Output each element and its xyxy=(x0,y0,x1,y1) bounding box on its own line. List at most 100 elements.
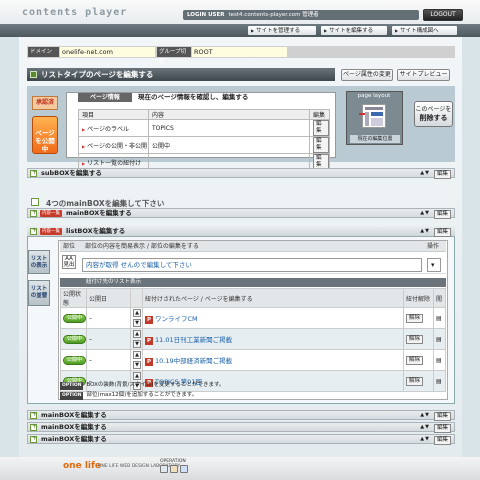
browser-icon xyxy=(160,465,168,473)
part-op-select[interactable] xyxy=(427,258,441,272)
public-badge[interactable]: ページを公開中 xyxy=(32,116,58,154)
col-op: 操作 xyxy=(424,241,446,252)
mainbox-title: mainBOXを編集する xyxy=(41,411,107,419)
option-text-1: BOXの装飾(背景/スタイル)を変更することができます。 xyxy=(86,382,225,388)
list-side-buttons: リストの表示 リストの並替 xyxy=(28,250,50,308)
part-content-field[interactable]: 内容が取得 せんので編集して下さい xyxy=(82,258,422,272)
up-arrow-icon[interactable]: ▲ xyxy=(133,351,141,359)
listbox-title: listBOXを編集する xyxy=(66,227,126,235)
release-button[interactable]: 解除 xyxy=(406,313,424,323)
mainbox-row-3[interactable]: mainBOXを編集する ▲▼編集 xyxy=(27,422,455,433)
page-link[interactable]: ワンライフCM xyxy=(155,315,198,323)
heading-part-icon: AA 見出 xyxy=(62,255,76,269)
edit-button[interactable]: 編集 xyxy=(313,120,329,136)
login-label: LOGIN USER xyxy=(187,12,225,18)
row-label-content: TOPICS xyxy=(148,119,310,137)
row-public-content: 公開中 xyxy=(148,136,310,154)
sublist-label: 紐付け先のリスト表示 xyxy=(60,278,446,287)
subbox-row[interactable]: subBOXを編集する ▲▼編集 xyxy=(27,168,455,179)
book-icon[interactable]: ▤ xyxy=(436,378,442,385)
listbox-row[interactable]: 内容一覧 listBOXを編集する ▲▼編集 xyxy=(28,227,454,237)
option-line-2: OPTION 部位(max12個)を追加することができます。 xyxy=(60,391,197,400)
row-public-item: ページの公開・非公開 xyxy=(78,136,149,154)
list-title-text: リストタイプのページを編集する xyxy=(41,70,154,79)
date-cell: – xyxy=(86,328,131,350)
list-icon xyxy=(30,71,37,78)
list-page-title: リストタイプのページを編集する xyxy=(27,68,335,81)
operation-label: OPERATION xyxy=(160,459,186,464)
move-arrows-icon[interactable]: ▲▼ xyxy=(420,412,430,418)
move-arrows-icon[interactable]: ▲▼ xyxy=(420,436,430,442)
content-badge: 内容一覧 xyxy=(40,228,62,235)
list-sort-button[interactable]: リストの並替 xyxy=(28,280,50,306)
up-arrow-icon[interactable]: ▲ xyxy=(133,309,141,317)
down-arrow-icon[interactable]: ▼ xyxy=(133,340,141,348)
expand-icon[interactable] xyxy=(30,411,37,419)
move-arrows-icon[interactable]: ▲▼ xyxy=(420,170,430,176)
page-info-table: 項目内容編集 ページのラベルTOPICS編集 ページの公開・非公開公開中編集 リ… xyxy=(78,109,330,171)
col-release: 紐付解除 xyxy=(403,288,434,308)
move-arrows-icon[interactable]: ▲▼ xyxy=(420,424,430,430)
group-field[interactable]: ROOT xyxy=(192,47,287,57)
page-layout-title: page layout xyxy=(357,93,391,99)
page-layout-label: 現在の編集位置 xyxy=(350,135,400,143)
release-button[interactable]: 解除 xyxy=(406,334,424,344)
col-status: 公開状態 xyxy=(60,288,87,308)
mainbox-row-2[interactable]: mainBOXを編集する ▲▼編集 xyxy=(27,410,455,421)
subbox-title: subBOXを編集する xyxy=(41,169,102,177)
nav-site-map[interactable]: サイト構成図へ xyxy=(392,26,457,35)
page-icon: P xyxy=(145,315,153,324)
book-icon[interactable]: ▤ xyxy=(436,315,442,322)
expand-icon[interactable] xyxy=(30,169,37,177)
logout-button[interactable]: LOGOUT xyxy=(423,9,463,21)
layout-icon xyxy=(359,104,386,128)
mainbox-edit-button[interactable]: 編集 xyxy=(433,210,451,219)
site-preview-button[interactable]: サイトプレビュー xyxy=(397,69,450,81)
mainbox-edit-button[interactable]: 編集 xyxy=(433,412,451,421)
page-attr-button[interactable]: ページ属性の変更 xyxy=(341,69,393,81)
status-badge[interactable]: 公開中 xyxy=(63,313,86,323)
expand-icon[interactable] xyxy=(30,435,37,443)
page-link[interactable]: 10.19中部経済新聞ご掲載 xyxy=(155,357,232,365)
book-icon[interactable]: ▤ xyxy=(436,357,442,364)
status-badge[interactable]: 公開中 xyxy=(63,334,86,344)
down-arrow-icon[interactable]: ▼ xyxy=(133,319,141,327)
date-cell: – xyxy=(86,307,131,329)
nav-manage-site[interactable]: サイトを管理する xyxy=(248,26,316,35)
col-x: 閲 xyxy=(433,288,446,308)
mainbox-row-1[interactable]: 内容一覧 mainBOXを編集する ▲▼編集 xyxy=(27,208,455,219)
release-button[interactable]: 解除 xyxy=(406,376,424,386)
edit-button[interactable]: 編集 xyxy=(313,137,329,153)
footer-logo: one life xyxy=(63,461,102,471)
expand-icon[interactable] xyxy=(30,209,37,217)
move-arrows-icon[interactable]: ▲▼ xyxy=(420,228,430,234)
expand-icon[interactable] xyxy=(30,423,37,431)
status-badge[interactable]: 公開中 xyxy=(63,355,86,365)
book-icon[interactable]: ▤ xyxy=(436,336,442,343)
col-page: 紐付けされたページ / ページを編集する xyxy=(142,288,404,308)
domain-label: ドメイン切替 xyxy=(28,47,59,65)
guide-icon xyxy=(31,198,39,206)
release-button[interactable]: 解除 xyxy=(406,355,424,365)
move-arrows-icon[interactable]: ▲▼ xyxy=(420,210,430,216)
domain-field[interactable]: onelife-net.com xyxy=(60,47,155,57)
mainbox-edit-button[interactable]: 編集 xyxy=(433,436,451,445)
page-link[interactable]: 11.01日刊工業新聞ご掲載 xyxy=(155,336,232,344)
page-info-desc: 現在のページ情報を確認し、編集する xyxy=(138,93,249,101)
subbox-edit-button[interactable]: 編集 xyxy=(433,170,451,179)
listbox-edit-button[interactable]: 編集 xyxy=(433,228,451,237)
login-value: test4.contents-player.com 管理者 xyxy=(228,12,319,18)
mainbox-row-4[interactable]: mainBOXを編集する ▲▼編集 xyxy=(27,434,455,445)
mainbox-title: mainBOXを編集する xyxy=(66,209,132,217)
delete-page-button[interactable]: このページを 削除する xyxy=(414,101,453,127)
nav-edit-site[interactable]: サイトを編集する xyxy=(321,26,387,35)
list-display-button[interactable]: リストの表示 xyxy=(28,250,50,274)
approval-badge: 承認済 xyxy=(32,96,58,110)
mainbox-edit-button[interactable]: 編集 xyxy=(433,424,451,433)
col-part: 部位 xyxy=(60,241,82,252)
sublist-table: 公開状態 公開日 紐付けされたページ / ページを編集する 紐付解除閲 公開中 – ▲▼ P… xyxy=(60,288,446,392)
down-arrow-icon[interactable]: ▼ xyxy=(133,361,141,369)
up-arrow-icon[interactable]: ▲ xyxy=(133,330,141,338)
up-arrow-icon[interactable]: ▲ xyxy=(133,372,141,380)
collapse-icon[interactable] xyxy=(30,227,37,235)
